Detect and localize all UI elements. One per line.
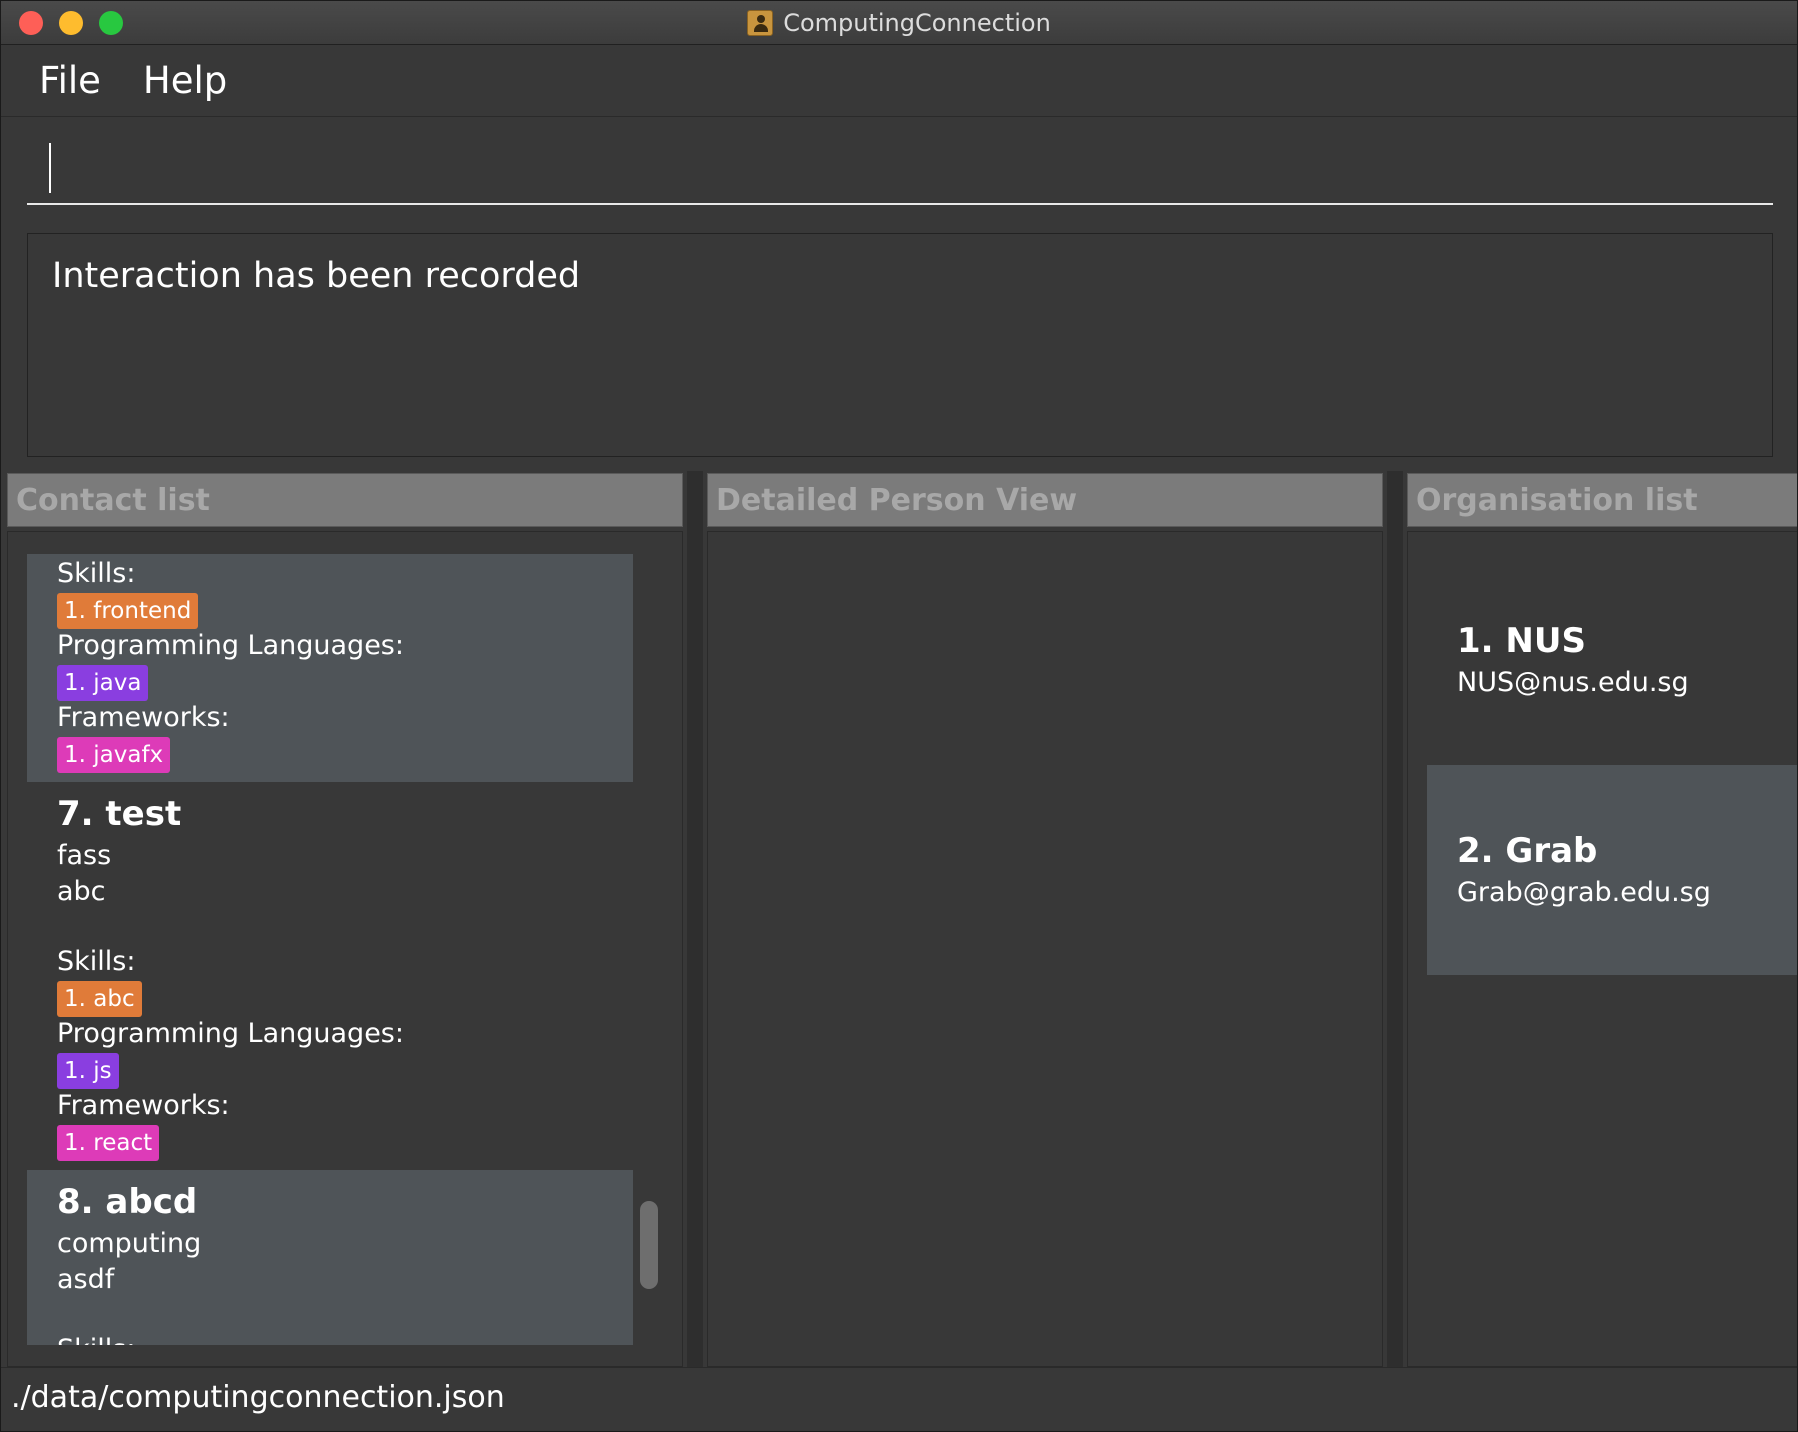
result-display: Interaction has been recorded — [27, 233, 1773, 457]
organisation-card[interactable]: 1. NUS NUS@nus.edu.sg — [1427, 555, 1797, 765]
framework-tag: 1. javafx — [57, 737, 171, 773]
save-file-path: ./data/computingconnection.json — [11, 1380, 505, 1415]
window-title: ComputingConnection — [783, 9, 1051, 37]
organisation-email: Grab@grab.edu.sg — [1457, 877, 1711, 908]
organisation-name: 1. NUS — [1457, 621, 1586, 661]
organisation-card[interactable]: 2. Grab Grab@grab.edu.sg — [1427, 765, 1797, 975]
contact-book-icon — [747, 10, 774, 36]
organisation-list-header: Organisation list — [1407, 473, 1797, 527]
menu-bar: File Help — [1, 45, 1797, 117]
result-message: Interaction has been recorded — [52, 256, 581, 296]
menu-file[interactable]: File — [39, 59, 101, 102]
contact-card[interactable]: 8. abcd computing asdf Skills: — [27, 1170, 633, 1345]
contact-card-partial[interactable]: Skills: 1. frontend Programming Language… — [27, 554, 633, 782]
language-tag: 1. java — [57, 665, 149, 701]
contact-list-header: Contact list — [7, 473, 683, 527]
framework-tag: 1. react — [57, 1125, 160, 1161]
skills-label: Skills: — [57, 1334, 135, 1345]
skills-label: Skills: — [57, 946, 136, 977]
app-window: ComputingConnection File Help Interactio… — [0, 0, 1798, 1432]
organisation-email: NUS@nus.edu.sg — [1457, 667, 1689, 698]
split-divider-left[interactable] — [687, 471, 703, 1367]
window-title-area: ComputingConnection — [1, 1, 1797, 45]
contact-card[interactable]: 7. test fass abc Skills: 1. abc Programm… — [27, 782, 633, 1170]
command-input[interactable] — [27, 129, 1773, 203]
languages-label: Programming Languages: — [57, 1018, 404, 1049]
detailed-person-view-header: Detailed Person View — [707, 473, 1383, 527]
contact-faculty: fass — [57, 840, 112, 871]
frameworks-label: Frameworks: — [57, 702, 230, 733]
contact-list-scrollbar[interactable] — [640, 1201, 658, 1289]
contact-list-view[interactable]: Skills: 1. frontend Programming Language… — [27, 554, 633, 1345]
contact-detail: asdf — [57, 1264, 115, 1295]
title-bar: ComputingConnection — [1, 1, 1797, 45]
skill-tag: 1. abc — [57, 981, 142, 1017]
contact-faculty: computing — [57, 1228, 202, 1259]
contact-name: 8. abcd — [57, 1182, 198, 1222]
status-bar: ./data/computingconnection.json — [1, 1367, 1797, 1431]
skills-label: Skills: — [57, 558, 136, 589]
command-box — [27, 129, 1773, 205]
language-tag: 1. js — [57, 1053, 119, 1089]
menu-help[interactable]: Help — [143, 59, 227, 102]
contact-detail: abc — [57, 876, 106, 907]
frameworks-label: Frameworks: — [57, 1090, 230, 1121]
organisation-name: 2. Grab — [1457, 831, 1598, 871]
split-divider-right[interactable] — [1387, 471, 1403, 1367]
contact-name: 7. test — [57, 794, 182, 834]
detailed-person-view-panel — [707, 531, 1383, 1367]
skill-tag: 1. frontend — [57, 593, 199, 629]
languages-label: Programming Languages: — [57, 630, 404, 661]
